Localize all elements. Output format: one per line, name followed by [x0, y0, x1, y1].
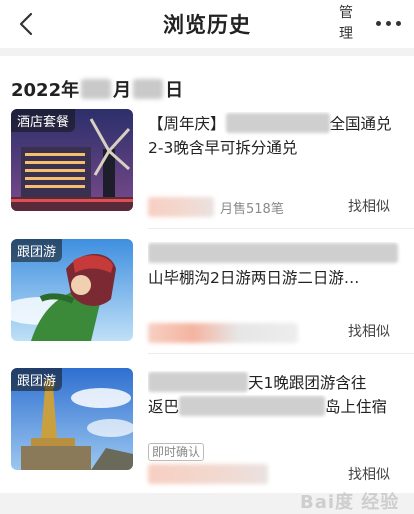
list-item[interactable]: 跟团游 天1晚跟团游含往 返巴 岛上住宿 即时确认 找相似: [0, 368, 414, 488]
redacted-day: [133, 79, 164, 99]
title-line2: 2-3晚含早可拆分通兑: [148, 139, 298, 157]
instant-confirm-badge: 即时确认: [148, 443, 205, 461]
redacted-price: [148, 197, 214, 217]
item-tag: 跟团游: [11, 239, 63, 262]
redacted-text: [225, 113, 330, 133]
title-line1-part: 天1晚跟团游含往: [248, 374, 367, 392]
date-day-suffix: 日: [165, 80, 184, 101]
title-suffix: 全国通兑: [329, 115, 392, 133]
item-tag: 酒店套餐: [11, 109, 76, 132]
top-bar: 浏览历史 管理: [0, 0, 414, 48]
redacted-price: [148, 464, 268, 484]
title-line2-suffix: 岛上住宿: [325, 398, 388, 416]
item-tag: 跟团游: [11, 368, 63, 391]
list-item[interactable]: 跟团游 山毕棚沟2日游两日游二日游… 找相似: [0, 239, 414, 359]
redacted-text: [148, 243, 398, 263]
item-title: 【周年庆】 全国通兑 2-3晚含早可拆分通兑: [148, 112, 406, 160]
history-list: 2022年 月 日 酒店套餐 【周年庆】 全国通兑 2-3晚含早可拆分通兑 月售51…: [0, 56, 414, 513]
redacted-text: [148, 372, 248, 392]
more-button[interactable]: [376, 20, 402, 28]
find-similar-button[interactable]: 找相似: [348, 321, 390, 341]
hotel-thumbnail: 酒店套餐: [11, 109, 133, 211]
tour-thumbnail: 跟团游: [11, 239, 133, 341]
divider: [148, 228, 414, 229]
sales-count: 月售518笔: [220, 202, 284, 217]
manage-button[interactable]: 管理: [334, 3, 358, 45]
date-year: 2022年: [11, 80, 80, 101]
redacted-text: [179, 396, 326, 416]
watermark: Bai度 经验: [300, 492, 400, 513]
item-title: 天1晚跟团游含往 返巴 岛上住宿: [148, 371, 406, 419]
find-similar-button[interactable]: 找相似: [348, 464, 390, 484]
redacted-month: [81, 79, 112, 99]
title-prefix: 【周年庆】: [148, 115, 226, 133]
divider: [148, 353, 414, 354]
find-similar-button[interactable]: 找相似: [348, 196, 390, 216]
item-title: 山毕棚沟2日游两日游二日游…: [148, 242, 406, 290]
date-month-suffix: 月: [113, 80, 132, 101]
title-line2-prefix: 返巴: [148, 398, 180, 416]
title-line2: 山毕棚沟2日游两日游二日游…: [148, 269, 360, 287]
list-item[interactable]: 酒店套餐 【周年庆】 全国通兑 2-3晚含早可拆分通兑 月售518笔 找相似: [0, 109, 414, 229]
tour-thumbnail: 跟团游: [11, 368, 133, 470]
redacted-price: [148, 323, 298, 343]
date-header: 2022年 月 日: [11, 76, 183, 102]
